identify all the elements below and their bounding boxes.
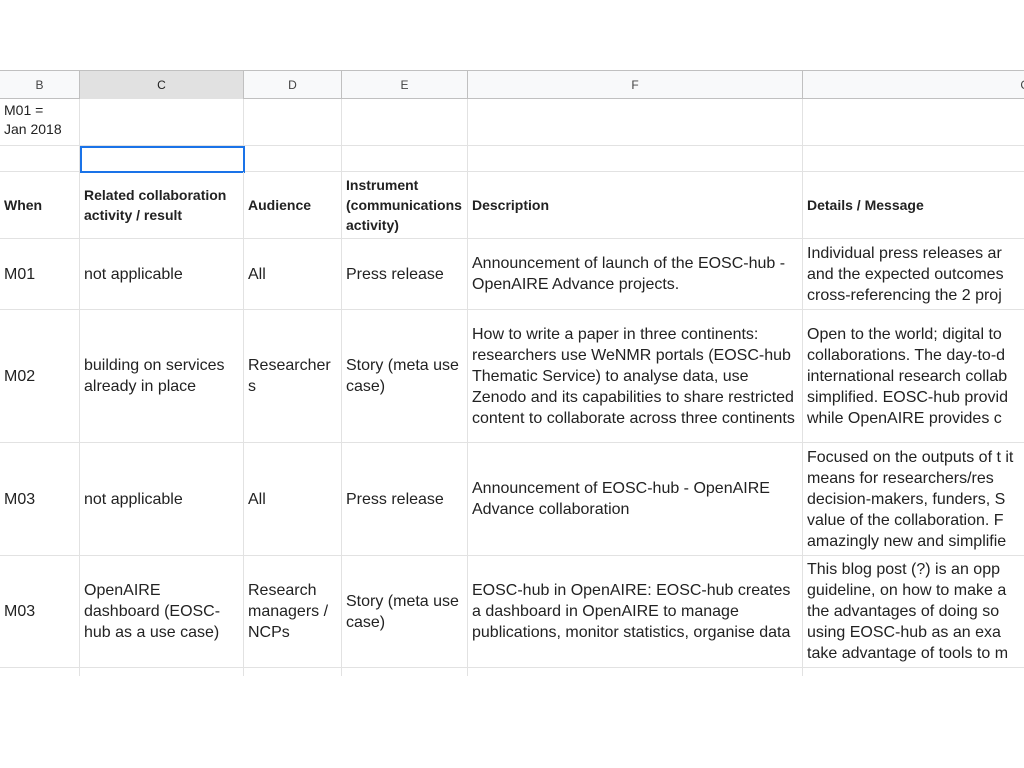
- table-row-1-instrument[interactable]: Press release: [342, 239, 468, 310]
- cell-e-note[interactable]: [342, 99, 468, 146]
- header-details-message[interactable]: Details / Message: [803, 172, 1024, 239]
- table-row-3-when[interactable]: M03: [0, 443, 80, 556]
- table-row-5-audience[interactable]: [244, 668, 342, 676]
- table-row-4-when[interactable]: M03: [0, 556, 80, 668]
- header-description[interactable]: Description: [468, 172, 803, 239]
- cell-c-note[interactable]: [80, 99, 244, 146]
- table-row-2-details[interactable]: Open to the world; digital to collaborat…: [803, 310, 1024, 443]
- cell-b-note[interactable]: M01 = Jan 2018: [0, 99, 80, 146]
- column-header-b[interactable]: B: [0, 71, 80, 99]
- cell-g-note[interactable]: [803, 99, 1024, 146]
- header-related-activity[interactable]: Related collaboration activity / result: [80, 172, 244, 239]
- table-row-2-instrument[interactable]: Story (meta use case): [342, 310, 468, 443]
- table-row-4-instrument[interactable]: Story (meta use case): [342, 556, 468, 668]
- table-row-5-when[interactable]: [0, 668, 80, 676]
- column-header-c[interactable]: C: [80, 71, 244, 99]
- cell-f-empty[interactable]: [468, 146, 803, 172]
- table-row-5-details[interactable]: [803, 668, 1024, 676]
- cell-d-empty[interactable]: [244, 146, 342, 172]
- spreadsheet-grid: B C D E F G M01 = Jan 2018 When Related …: [0, 70, 1024, 676]
- header-audience[interactable]: Audience: [244, 172, 342, 239]
- header-instrument[interactable]: Instrument (communications activity): [342, 172, 468, 239]
- table-row-2-audience[interactable]: Researchers: [244, 310, 342, 443]
- table-row-1-audience[interactable]: All: [244, 239, 342, 310]
- table-row-2-description[interactable]: How to write a paper in three continents…: [468, 310, 803, 443]
- column-header-g[interactable]: G: [803, 71, 1024, 99]
- column-header-row: B C D E F G: [0, 70, 1024, 99]
- cell-f-note[interactable]: [468, 99, 803, 146]
- column-header-d[interactable]: D: [244, 71, 342, 99]
- cell-e-empty[interactable]: [342, 146, 468, 172]
- table-row-1-when[interactable]: M01: [0, 239, 80, 310]
- table-row-4-details[interactable]: This blog post (?) is an opp guideline, …: [803, 556, 1024, 668]
- table-row-3-instrument[interactable]: Press release: [342, 443, 468, 556]
- table-row-3-description[interactable]: Announcement of EOSC-hub - OpenAIRE Adva…: [468, 443, 803, 556]
- table-row-1-related[interactable]: not applicable: [80, 239, 244, 310]
- table-row-4-related[interactable]: OpenAIRE dashboard (EOSC-hub as a use ca…: [80, 556, 244, 668]
- table-row-4-description[interactable]: EOSC-hub in OpenAIRE: EOSC-hub creates a…: [468, 556, 803, 668]
- cell-d-note[interactable]: [244, 99, 342, 146]
- table-row-5-instrument[interactable]: [342, 668, 468, 676]
- column-header-e[interactable]: E: [342, 71, 468, 99]
- column-header-f[interactable]: F: [468, 71, 803, 99]
- table-row-5-related[interactable]: [80, 668, 244, 676]
- table-row-3-audience[interactable]: All: [244, 443, 342, 556]
- table-row-1-description[interactable]: Announcement of launch of the EOSC-hub -…: [468, 239, 803, 310]
- table-row-3-related[interactable]: not applicable: [80, 443, 244, 556]
- table-row-3-details[interactable]: Focused on the outputs of t it means for…: [803, 443, 1024, 556]
- table-row-4-audience[interactable]: Research managers / NCPs: [244, 556, 342, 668]
- active-cell-selection: [80, 146, 245, 173]
- table-row-2-when[interactable]: M02: [0, 310, 80, 443]
- table-row-2-related[interactable]: building on services already in place: [80, 310, 244, 443]
- cell-b-empty[interactable]: [0, 146, 80, 172]
- header-when[interactable]: When: [0, 172, 80, 239]
- cell-g-empty[interactable]: [803, 146, 1024, 172]
- table-row-5-description[interactable]: [468, 668, 803, 676]
- table-row-1-details[interactable]: Individual press releases ar and the exp…: [803, 239, 1024, 310]
